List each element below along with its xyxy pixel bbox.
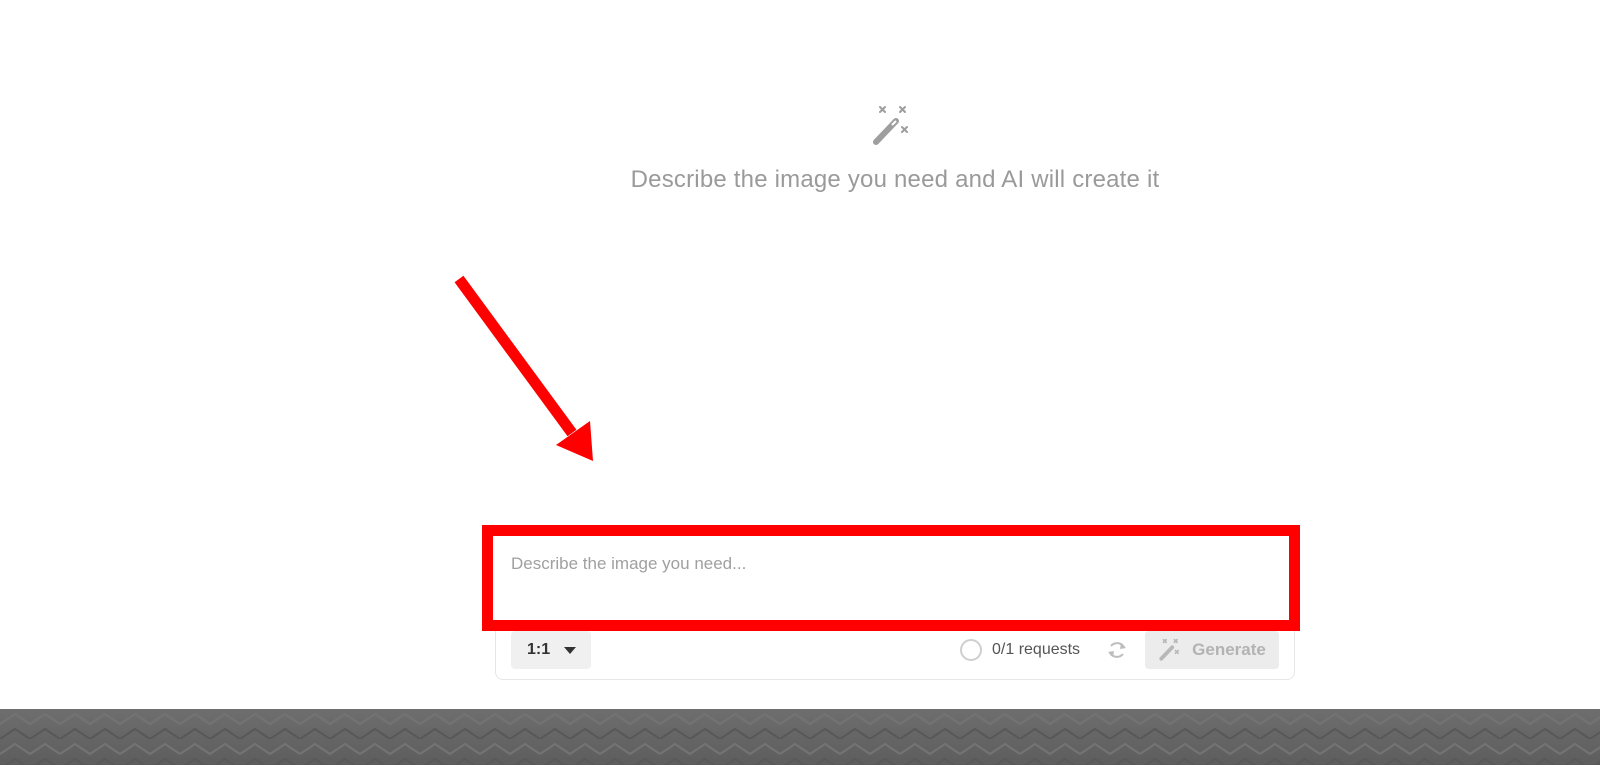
hero-tagline: Describe the image you need and AI will … [630, 166, 1160, 193]
prompt-input[interactable] [493, 536, 1289, 620]
aspect-ratio-value: 1:1 [527, 641, 551, 658]
requests-text: 0/1 requests [992, 641, 1081, 658]
caret-down-icon [564, 646, 577, 654]
footer-pattern [0, 709, 1600, 765]
generate-button[interactable]: Generate [1145, 631, 1279, 669]
footer-band [0, 709, 1600, 765]
magic-wand-icon [873, 106, 908, 145]
request-counter: 0/1 requests [960, 638, 1080, 662]
prompt-highlight-box [482, 525, 1300, 631]
generate-label: Generate [1192, 640, 1266, 659]
magic-wand-icon [1159, 638, 1180, 661]
aspect-ratio-dropdown[interactable]: 1:1 [511, 631, 591, 669]
page: Describe the image you need and AI will … [0, 0, 1600, 765]
refresh-icon[interactable] [1106, 638, 1128, 662]
progress-ring-icon [960, 639, 982, 661]
